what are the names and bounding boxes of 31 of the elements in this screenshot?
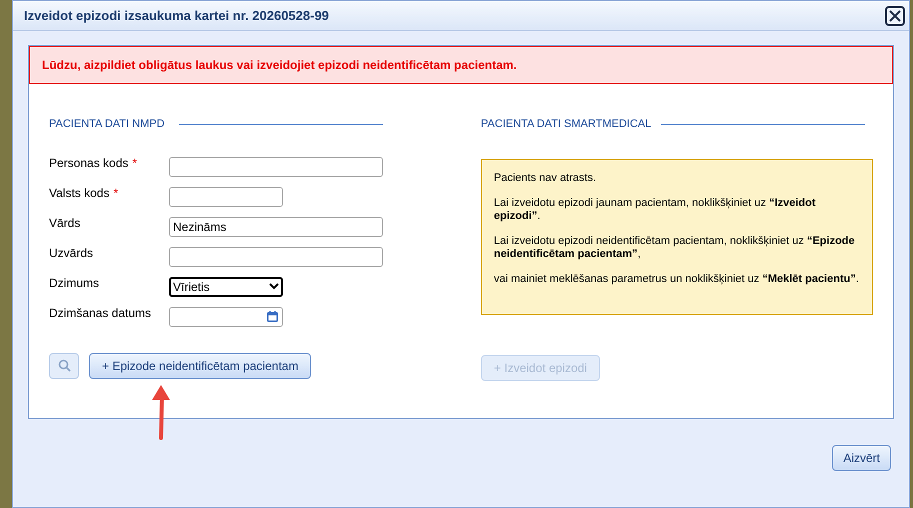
close-icon <box>889 10 901 22</box>
field-label: Dzimšanas datums <box>49 304 152 322</box>
required-mark: * <box>132 154 138 172</box>
field-label: Vārds <box>49 214 80 232</box>
info-text: Pacients nav atrasts. <box>494 172 598 184</box>
gender-select[interactable]: Vīrietis <box>169 276 283 296</box>
close-button[interactable] <box>885 6 905 26</box>
date-field[interactable] <box>169 306 283 326</box>
search-icon <box>58 359 70 372</box>
field-label: Personas kods <box>49 154 128 172</box>
arrow-annotation <box>150 384 172 440</box>
calendar-icon <box>267 311 278 322</box>
field-label: Dzimums <box>49 274 99 292</box>
input-field[interactable] <box>169 186 283 206</box>
field-label: Uzvārds <box>49 244 94 262</box>
info-text: Lai izveidotu epizodi jaunam pacientam, noklikšķiniet uz “Izveidot epizodi”. <box>494 196 817 222</box>
section-heading: PACIENTA DATI SMARTMEDICAL <box>480 117 652 132</box>
search-button[interactable] <box>49 352 79 378</box>
unidentified-episode-button[interactable]: + Epizode neidentificētam pacientam <box>89 352 312 378</box>
info-text: vai mainiet meklēšanas parametrus un noklikšķiniet uz “Meklēt pacientu”. <box>494 272 860 286</box>
required-mark: * <box>113 184 118 202</box>
error-message: Lūdzu, aizpildiet obligātus laukus vai izveidojiet epizodi neidentificētam pacientam. <box>42 57 517 74</box>
field-label: Valsts kods <box>49 184 110 202</box>
section-heading: PACIENTA DATI NMPD <box>49 117 165 132</box>
close-dialog-button[interactable]: Aizvērt <box>832 445 891 471</box>
chevron-down-icon <box>269 283 279 290</box>
input-field[interactable] <box>169 156 383 176</box>
input-field[interactable] <box>169 246 383 266</box>
input-field[interactable]: Nezināms <box>169 216 383 236</box>
window-title: Izveidot epizodi izsaukuma kartei nr. 20260528-99 <box>24 6 329 25</box>
info-text: Lai izveidotu epizodi neidentificētam pacientam, noklikšķiniet uz “Epizode neidentificētam pacientam”, <box>494 234 856 260</box>
